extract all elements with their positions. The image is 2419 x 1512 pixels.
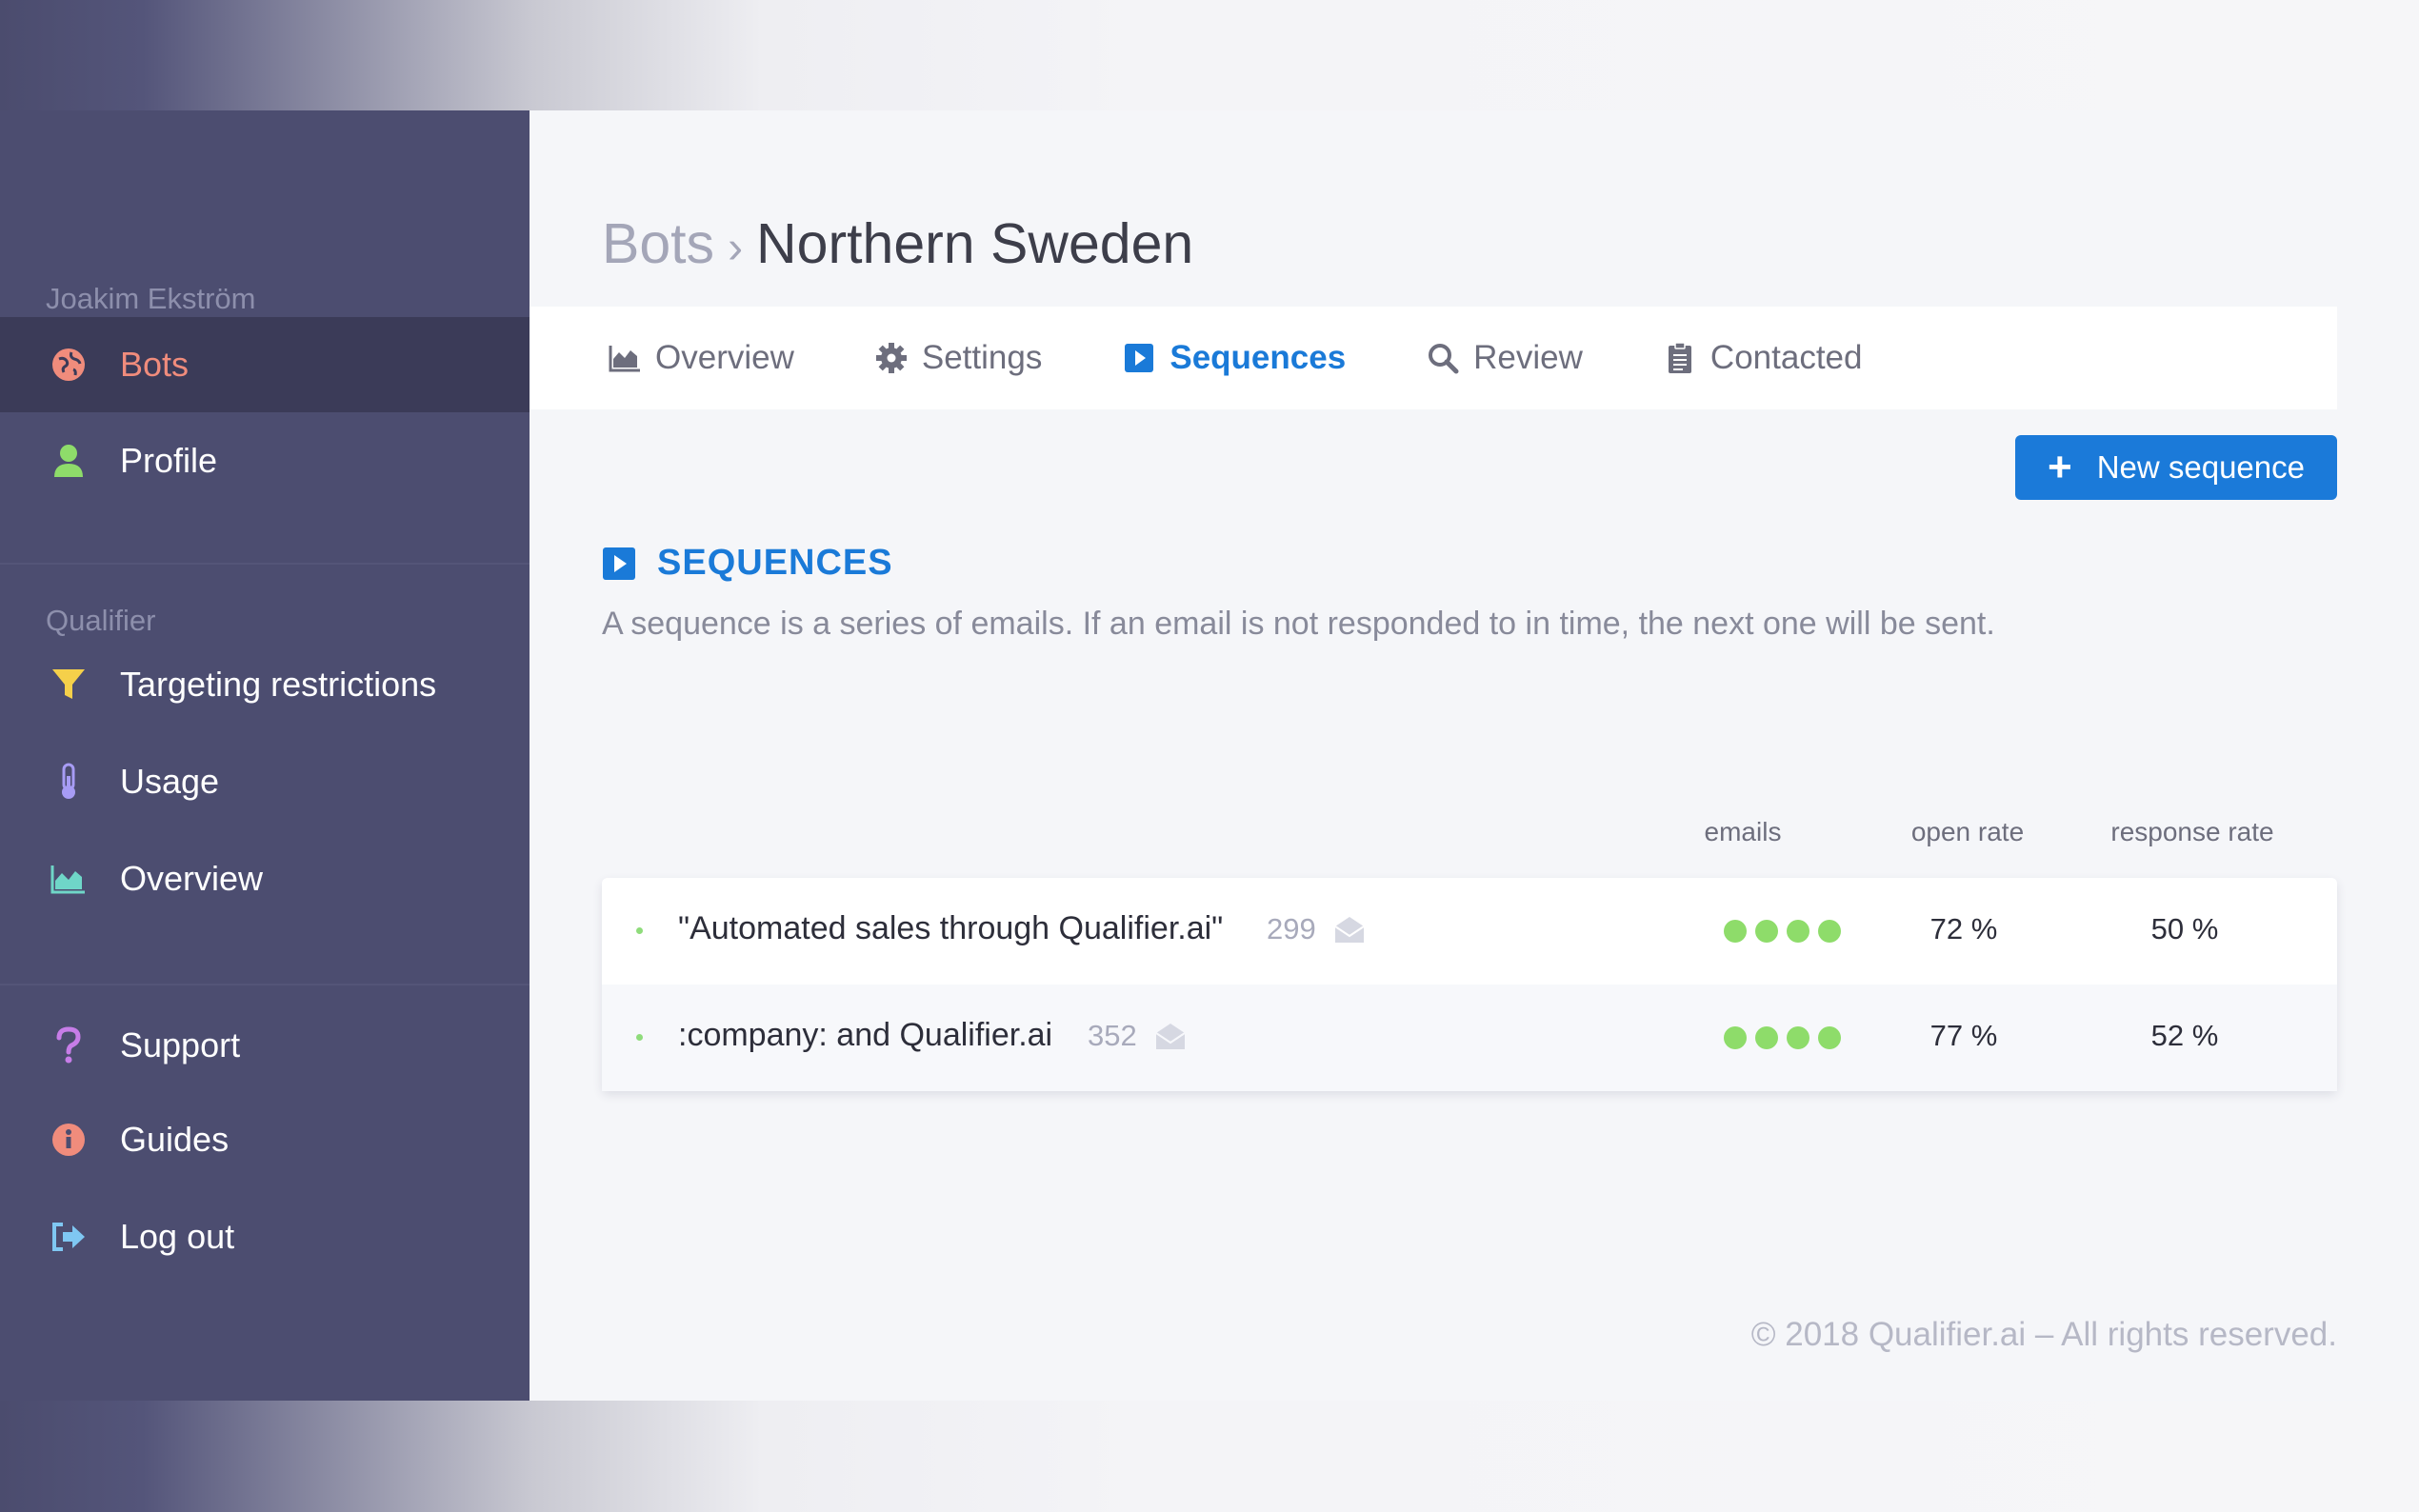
sidebar-item-overview[interactable]: Overview (0, 831, 530, 926)
email-dot (1818, 1026, 1841, 1049)
email-dot (1724, 1026, 1747, 1049)
tab-label: Overview (655, 339, 794, 376)
sidebar-item-label: Bots (120, 345, 190, 384)
column-header-emails: emails (1704, 817, 1782, 846)
sidebar-item-label: Targeting restrictions (120, 665, 437, 704)
tab-label: Settings (921, 339, 1043, 376)
play-square-icon (1122, 341, 1156, 375)
column-header-response-rate: response rate (2110, 817, 2274, 846)
tab-overview[interactable]: Overview (608, 339, 794, 377)
sidebar-divider (0, 563, 530, 565)
tab-label: Sequences (1170, 339, 1347, 376)
open-rate-value: 72 % (1929, 912, 1998, 945)
sidebar: Joakim Ekström Bots Profile Qualifier Ta… (0, 110, 530, 1401)
email-dot (1724, 920, 1747, 943)
section-title: SEQUENCES (602, 543, 893, 584)
envelope-open-icon (1155, 1024, 1186, 1049)
section-description: A sequence is a series of emails. If an … (602, 606, 1995, 642)
table-row[interactable]: "Automated sales through Qualifier.ai" 2… (602, 878, 2337, 985)
row-bullet (636, 1034, 643, 1041)
email-dot (1755, 1026, 1778, 1049)
sidebar-item-label: Profile (120, 441, 218, 480)
sidebar-item-profile[interactable]: Profile (0, 413, 530, 508)
sidebar-item-label: Usage (120, 762, 220, 801)
clipboard-icon (1663, 341, 1697, 375)
user-icon (48, 440, 90, 482)
column-header-open-rate: open rate (1910, 817, 2025, 846)
user-name-label: Joakim Ekström (46, 282, 256, 315)
tab-sequences[interactable]: Sequences (1122, 339, 1346, 377)
new-sequence-label: New sequence (2096, 449, 2305, 485)
sequence-count: 352 (1088, 1019, 1187, 1053)
footer-copyright: © 2018 Qualifier.ai – All rights reserve… (1750, 1316, 2337, 1353)
sidebar-item-label: Guides (120, 1120, 230, 1159)
sidebar-item-label: Support (120, 1025, 241, 1064)
row-bullet (636, 927, 643, 934)
thermometer-icon (48, 761, 90, 803)
email-dot (1818, 920, 1841, 943)
sidebar-item-guides[interactable]: Guides (0, 1092, 530, 1187)
filter-icon (48, 664, 90, 706)
main-content: Bots › Northern Sweden Overview Settings… (530, 110, 2419, 1401)
response-rate-value: 50 % (2150, 912, 2219, 945)
sidebar-item-usage[interactable]: Usage (0, 734, 530, 829)
tab-review[interactable]: Review (1426, 339, 1583, 377)
sidebar-item-label: Overview (120, 859, 264, 898)
tab-label: Review (1473, 339, 1583, 376)
sidebar-divider (0, 984, 530, 985)
tab-bar: Overview Settings Sequences Review Conta… (530, 307, 2337, 409)
email-dots (1724, 920, 1849, 943)
email-dots (1724, 1026, 1849, 1049)
top-backdrop (0, 0, 2419, 110)
plus-icon: + (2047, 444, 2072, 490)
open-rate-value: 77 % (1929, 1019, 1998, 1052)
email-dot (1755, 920, 1778, 943)
gear-icon (874, 341, 909, 375)
breadcrumb-root-link[interactable]: Bots (602, 211, 714, 276)
bottom-backdrop (0, 1401, 2419, 1512)
sidebar-item-label: Log out (120, 1217, 235, 1256)
sidebar-item-support[interactable]: Support (0, 998, 530, 1093)
email-dot (1787, 1026, 1809, 1049)
breadcrumb-separator: › (728, 223, 744, 273)
play-square-icon (603, 547, 635, 580)
sidebar-item-log-out[interactable]: Log out (0, 1189, 530, 1284)
sequence-count: 299 (1267, 912, 1366, 946)
table-row[interactable]: :company: and Qualifier.ai 352 77 % 52 % (602, 985, 2337, 1091)
tab-contacted[interactable]: Contacted (1663, 339, 1863, 377)
response-rate-value: 52 % (2150, 1019, 2219, 1052)
sidebar-item-targeting-restrictions[interactable]: Targeting restrictions (0, 637, 530, 732)
sidebar-item-bots[interactable]: Bots (0, 317, 530, 412)
sequence-count-value: 299 (1267, 912, 1316, 945)
info-icon (48, 1119, 90, 1161)
email-dot (1787, 920, 1809, 943)
tab-label: Contacted (1709, 339, 1863, 376)
area-chart-icon (608, 341, 642, 375)
new-sequence-button[interactable]: + New sequence (2015, 435, 2337, 500)
search-icon (1426, 341, 1460, 375)
globe-icon (48, 344, 90, 386)
section-title-text: SEQUENCES (657, 543, 893, 583)
sequence-name[interactable]: "Automated sales through Qualifier.ai" (678, 910, 1223, 947)
sequence-count-value: 352 (1088, 1019, 1137, 1052)
logout-icon (48, 1216, 90, 1258)
question-icon (48, 1025, 90, 1066)
page-title: Northern Sweden (756, 212, 1194, 275)
breadcrumb: Bots › Northern Sweden (602, 211, 1193, 276)
area-chart-icon (48, 858, 90, 900)
sequence-name[interactable]: :company: and Qualifier.ai (678, 1017, 1052, 1054)
sequences-table: "Automated sales through Qualifier.ai" 2… (602, 878, 2337, 1091)
envelope-open-icon (1334, 917, 1365, 943)
section-label-qualifier: Qualifier (46, 604, 156, 637)
tab-settings[interactable]: Settings (874, 339, 1042, 377)
